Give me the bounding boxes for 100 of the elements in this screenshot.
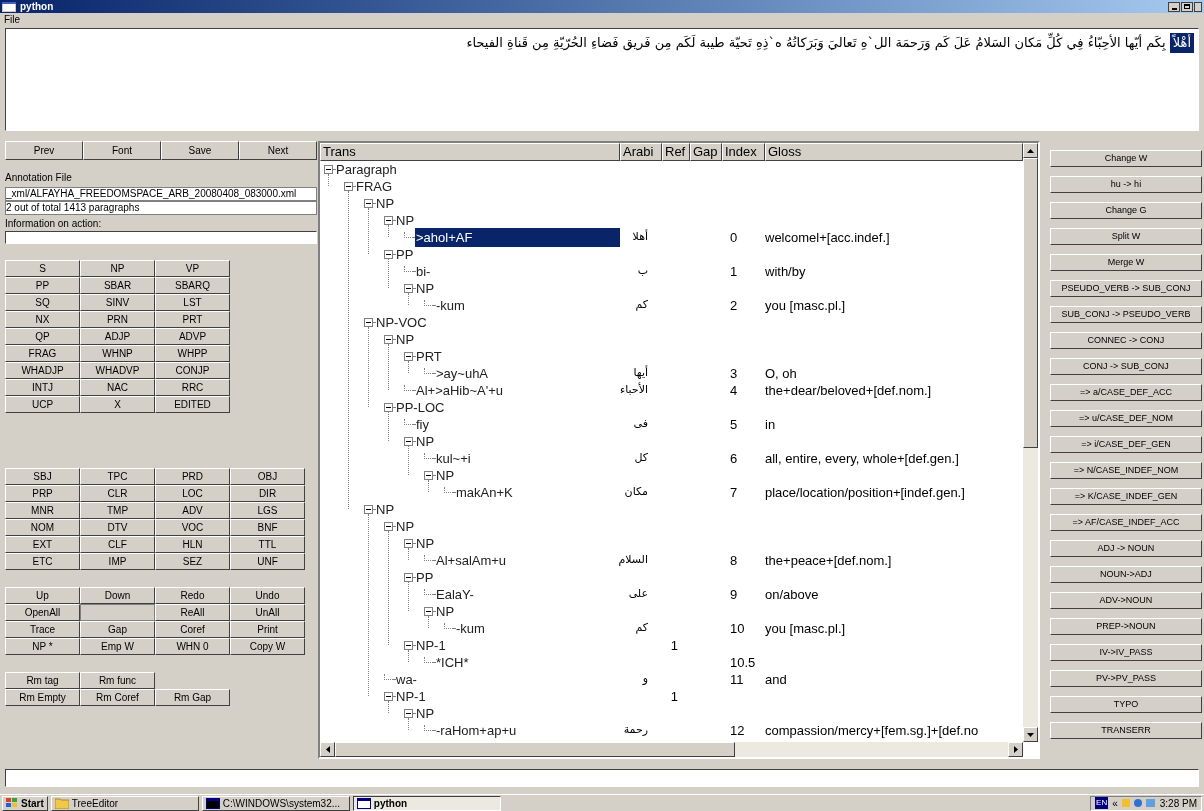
function-tag-button[interactable]: CLR [80, 485, 155, 502]
function-tag-button[interactable]: PRP [5, 485, 80, 502]
nav-button[interactable]: Font [83, 141, 161, 160]
nav-button[interactable]: Save [161, 141, 239, 160]
minimize-icon[interactable] [1168, 1, 1180, 12]
action-button[interactable]: Trace [5, 621, 80, 638]
tree-node-label[interactable]: NP [395, 210, 416, 231]
function-tag-button[interactable]: IMP [80, 553, 155, 570]
conversion-button[interactable]: PSEUDO_VERB -> SUB_CONJ [1050, 280, 1202, 297]
function-tag-button[interactable]: SBJ [5, 468, 80, 485]
tag-button[interactable]: WHPP [155, 345, 230, 362]
taskbar-button[interactable]: TreeEditor [50, 795, 199, 811]
conversion-button[interactable]: NOUN->ADJ [1050, 566, 1202, 583]
conversion-button[interactable]: ADJ -> NOUN [1050, 540, 1202, 557]
collapse-icon[interactable] [364, 505, 373, 514]
horizontal-scrollbar[interactable] [320, 742, 1023, 757]
tray-toggle[interactable]: « [1112, 795, 1118, 811]
conversion-button[interactable]: => i/CASE_DEF_GEN [1050, 436, 1202, 453]
tag-button[interactable]: WHADVP [80, 362, 155, 379]
action-button[interactable]: NP * [5, 638, 80, 655]
column-header[interactable]: Ref [662, 143, 690, 161]
nav-button[interactable]: Next [239, 141, 317, 160]
conversion-button[interactable]: CONJ -> SUB_CONJ [1050, 358, 1202, 375]
function-tag-button[interactable]: TMP [80, 502, 155, 519]
function-tag-button[interactable]: DIR [230, 485, 305, 502]
taskbar-button[interactable]: python [352, 795, 501, 811]
conversion-button[interactable]: => u/CASE_DEF_NOM [1050, 410, 1202, 427]
collapse-icon[interactable] [424, 607, 433, 616]
function-tag-button[interactable]: ETC [5, 553, 80, 570]
remove-button[interactable]: Rm tag [5, 672, 80, 689]
action-button[interactable]: ReAll [155, 604, 230, 621]
tag-button[interactable]: WHNP [80, 345, 155, 362]
conversion-button[interactable]: hu -> hi [1050, 176, 1202, 193]
function-tag-button[interactable]: EXT [5, 536, 80, 553]
tag-button[interactable]: SINV [80, 294, 155, 311]
action-button[interactable]: UnAll [230, 604, 305, 621]
action-button[interactable]: WHN 0 [155, 638, 230, 655]
collapse-icon[interactable] [404, 352, 413, 361]
tag-button[interactable]: PRN [80, 311, 155, 328]
tag-button[interactable]: FRAG [5, 345, 80, 362]
remove-button[interactable]: Rm Gap [155, 689, 230, 706]
tag-button[interactable]: SBARQ [155, 277, 230, 294]
collapse-icon[interactable] [324, 165, 333, 174]
conversion-button[interactable]: => a/CASE_DEF_ACC [1050, 384, 1202, 401]
conversion-button[interactable]: TYPO [1050, 696, 1202, 713]
scroll-thumb[interactable] [335, 742, 735, 757]
conversion-button[interactable]: ADV->NOUN [1050, 592, 1202, 609]
tag-button[interactable]: X [80, 396, 155, 413]
conversion-button[interactable]: Change G [1050, 202, 1202, 219]
conversion-button[interactable]: PREP->NOUN [1050, 618, 1202, 635]
action-button[interactable]: Gap [80, 621, 155, 638]
function-tag-button[interactable]: ADV [155, 502, 230, 519]
column-header[interactable]: Trans [320, 143, 620, 161]
conversion-button[interactable]: TRANSERR [1050, 722, 1202, 739]
conversion-button[interactable]: => N/CASE_INDEF_NOM [1050, 462, 1202, 479]
conversion-button[interactable]: IV->IV_PASS [1050, 644, 1202, 661]
collapse-icon[interactable] [384, 250, 393, 259]
column-header[interactable]: Arabi [620, 143, 662, 161]
action-button[interactable]: OpenAll [5, 604, 80, 621]
action-button[interactable]: Up [5, 587, 80, 604]
tree-node-label[interactable]: PP [395, 244, 415, 265]
function-tag-button[interactable]: SEZ [155, 553, 230, 570]
tag-button[interactable]: SQ [5, 294, 80, 311]
action-button[interactable]: Coref [155, 621, 230, 638]
collapse-icon[interactable] [404, 539, 413, 548]
function-tag-button[interactable]: LGS [230, 502, 305, 519]
tag-button[interactable]: PRT [155, 311, 230, 328]
sentence-text-area[interactable]: أَهْلاً بِكَم أيّها الأحِبّاءُ فِي كُلِّ مَكان السَلامُ عَلَ كَم وَرَحمَة الل`هِ تَعاليَ وَبَرَكاتُهُ ه`ذِهِ تَحيّة طيبة لَكَم مِن فَريق فَضاءِ الحُرّيّةِ مِن قَناةِ الفيحاء [5, 28, 1199, 131]
conversion-button[interactable]: CONNEC -> CONJ [1050, 332, 1202, 349]
taskbar-button[interactable]: C:\WINDOWS\system32... [201, 795, 350, 811]
tree-node-label[interactable]: -kum [435, 295, 466, 316]
tree-node-label[interactable]: makAn+K [455, 482, 514, 503]
collapse-icon[interactable] [384, 692, 393, 701]
remove-button[interactable]: Rm Coref [80, 689, 155, 706]
nav-button[interactable]: Prev [5, 141, 83, 160]
function-tag-button[interactable]: LOC [155, 485, 230, 502]
action-button[interactable]: Undo [230, 587, 305, 604]
collapse-icon[interactable] [404, 641, 413, 650]
tag-button[interactable]: VP [155, 260, 230, 277]
tree-node-label[interactable]: -kum [455, 618, 486, 639]
conversion-button[interactable]: Merge W [1050, 254, 1202, 271]
tree-node-label[interactable]: Al+salAm+u [435, 550, 508, 571]
remove-button[interactable]: Rm Empty [5, 689, 80, 706]
collapse-icon[interactable] [404, 709, 413, 718]
function-tag-button[interactable]: MNR [5, 502, 80, 519]
action-button[interactable]: Down [80, 587, 155, 604]
collapse-icon[interactable] [344, 182, 353, 191]
collapse-icon[interactable] [404, 573, 413, 582]
action-button[interactable]: Copy W [230, 638, 305, 655]
function-tag-button[interactable]: VOC [155, 519, 230, 536]
tree-node-label[interactable]: -raHom+ap+u [435, 720, 518, 741]
collapse-icon[interactable] [404, 284, 413, 293]
scroll-thumb[interactable] [1023, 158, 1038, 448]
tag-button[interactable]: INTJ [5, 379, 80, 396]
action-button[interactable]: Print [230, 621, 305, 638]
column-header[interactable]: Index [722, 143, 765, 161]
tag-button[interactable]: CONJP [155, 362, 230, 379]
conversion-button[interactable]: SUB_CONJ -> PSEUDO_VERB [1050, 306, 1202, 323]
tag-button[interactable]: WHADJP [5, 362, 80, 379]
tag-button[interactable]: NX [5, 311, 80, 328]
